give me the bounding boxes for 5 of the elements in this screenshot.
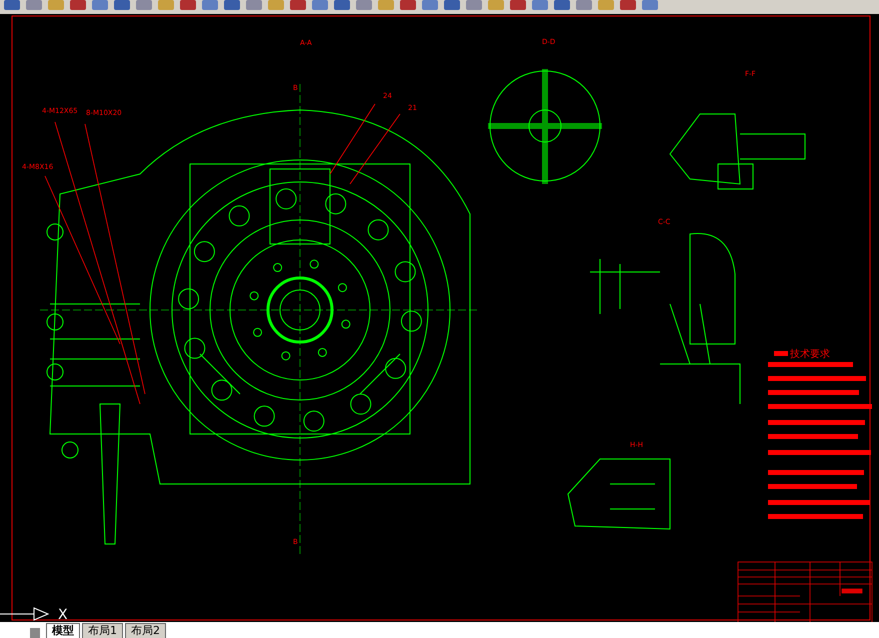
layout-tab[interactable]: 布局1 xyxy=(82,623,123,638)
requirements-title: 技术要求 xyxy=(790,349,830,360)
layout-tab[interactable]: 模型 xyxy=(46,623,80,638)
axis-label: X xyxy=(58,607,68,622)
layout-tab[interactable]: 布局2 xyxy=(125,623,166,638)
